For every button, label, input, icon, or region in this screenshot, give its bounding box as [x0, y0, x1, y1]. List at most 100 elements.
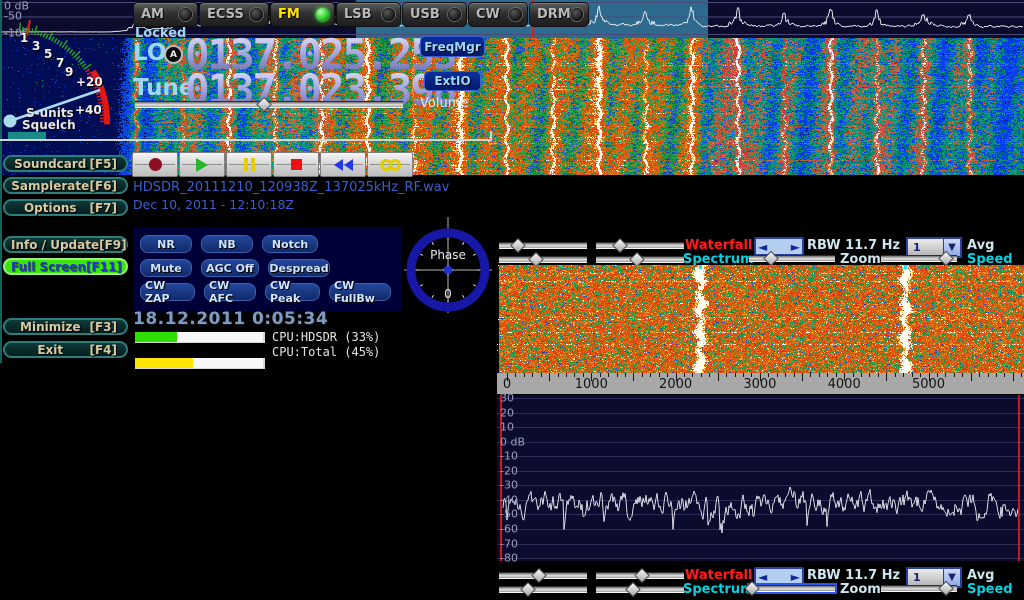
mode-button-ecss[interactable]: ECSS [199, 2, 269, 27]
speed-slider[interactable] [881, 581, 957, 594]
mode-button-drm[interactable]: DRM [529, 2, 589, 27]
slider-thumb[interactable] [531, 568, 547, 584]
mute-button[interactable]: Mute [140, 259, 192, 277]
db-tick-label: -30 [500, 479, 518, 492]
cpu-hdsdr-bar [135, 332, 265, 343]
nav-key: [F9] [99, 238, 127, 252]
db-tick-label: -80 [500, 552, 518, 565]
nav-button-samplerate[interactable]: Samplerate[F6] [3, 177, 128, 194]
mode-label-lsb: LSB [344, 7, 372, 22]
scroll-right-icon[interactable]: ► [791, 242, 800, 252]
extio-button[interactable]: ExtIO [424, 71, 481, 91]
slider-thumb[interactable] [520, 582, 536, 598]
volume-slider[interactable] [135, 97, 403, 110]
waterfall-brightness-slider[interactable] [499, 568, 587, 581]
spectrum-gain-slider[interactable] [499, 582, 587, 595]
lsb-led-icon [382, 8, 395, 21]
loop-icon [380, 159, 401, 171]
slider-thumb[interactable] [612, 238, 628, 254]
zoom-slider[interactable] [749, 581, 835, 594]
af-scale-labels: 010002000300040005000 [497, 373, 1024, 394]
agc-off-button[interactable]: AGC Off [201, 259, 259, 277]
recording-timestamp: Dec 10, 2011 - 12:10:18Z [133, 197, 294, 212]
despread-button[interactable]: Despread [268, 259, 330, 277]
scroll-left-icon[interactable]: ◄ [758, 572, 767, 582]
mode-button-usb[interactable]: USB [402, 2, 467, 27]
phase-dial: Phase 0 [402, 215, 494, 315]
zoom-slider[interactable] [749, 251, 835, 264]
mode-label-ecss: ECSS [207, 7, 244, 22]
slider-thumb[interactable] [625, 582, 641, 598]
slider-thumb[interactable] [764, 251, 780, 267]
avg-label: Avg [967, 568, 994, 583]
speed-slider[interactable] [881, 251, 957, 264]
mode-button-lsb[interactable]: LSB [336, 2, 401, 27]
nav-button-full-screen[interactable]: Full Screen[F11] [3, 258, 128, 275]
slider-thumb[interactable] [511, 238, 527, 254]
rf-display-controls-bottom: Waterfall ◄► RBW 11.7 Hz 1▼ Avg Spectrum… [497, 567, 1024, 595]
rewind-button[interactable] [320, 152, 366, 177]
nav-button-options[interactable]: Options[F7] [3, 199, 128, 216]
mode-button-am[interactable]: AM [133, 2, 198, 27]
slider-thumb[interactable] [634, 568, 650, 584]
db-tick-label: -60 [500, 522, 518, 535]
cw-peak-button[interactable]: CW Peak [265, 283, 320, 301]
slider-thumb[interactable] [938, 251, 954, 267]
mode-button-fm[interactable]: FM [270, 2, 335, 27]
recording-filename[interactable]: HDSDR_20111210_120938Z_137025kHz_RF.wav [133, 180, 449, 195]
frequency-tick-label: 3000 [743, 377, 776, 392]
spectrum-gain-slider[interactable] [499, 252, 587, 265]
nr-button[interactable]: NR [140, 235, 192, 253]
nb-button[interactable]: NB [201, 235, 253, 253]
phase-label: Phase [402, 248, 494, 262]
volume-slider-thumb[interactable] [256, 97, 272, 113]
ecss-led-icon [250, 8, 263, 21]
s-meter-caption-2: Squelch [22, 118, 76, 132]
cpu-total-bar [135, 358, 265, 369]
af-frequency-scale[interactable]: 010002000300040005000 [497, 373, 1024, 394]
cw-zap-button[interactable]: CW ZAP [140, 283, 195, 301]
stop-button[interactable] [273, 152, 319, 177]
s-meter: 13579+20+40 S-units Squelch [0, 15, 130, 140]
nav-key: [F4] [89, 343, 117, 357]
local-datetime: 18.12.2011 0:05:34 [133, 309, 328, 329]
play-button[interactable] [179, 152, 225, 177]
af-waterfall[interactable] [497, 265, 1024, 373]
waterfall-contrast-slider[interactable] [596, 568, 684, 581]
waterfall-label: Waterfall [685, 568, 751, 583]
notch-button[interactable]: Notch [262, 235, 318, 253]
nav-button-info-update[interactable]: Info / Update[F9] [3, 236, 128, 253]
cw-afc-button[interactable]: CW AFC [204, 283, 256, 301]
pause-button[interactable] [226, 152, 272, 177]
slider-thumb[interactable] [938, 581, 954, 597]
mode-label-am: AM [141, 7, 164, 22]
nav-key: [F5] [89, 157, 117, 171]
db-tick-label: -20 [500, 464, 518, 477]
s-meter-tick-label: 3 [32, 39, 40, 53]
drm-led-icon [571, 8, 583, 21]
record-button[interactable] [132, 152, 178, 177]
frequency-tick-label: 5000 [912, 377, 945, 392]
cw-led-icon [509, 8, 522, 21]
cw-fullbw-button[interactable]: CW FullBw [329, 283, 391, 301]
mode-button-cw[interactable]: CW [468, 2, 528, 27]
dsp-panel: NR NB Notch Mute AGC Off Despread CW ZAP… [133, 227, 401, 311]
nav-button-minimize[interactable]: Minimize[F3] [3, 318, 128, 335]
cpu-total-fill [135, 358, 193, 368]
af-spectrum-plot[interactable] [497, 395, 1024, 561]
freqmgr-button[interactable]: FreqMgr [420, 36, 485, 57]
spectrum-range-slider[interactable] [596, 582, 684, 595]
waterfall-brightness-slider[interactable] [499, 238, 587, 251]
scroll-right-icon[interactable]: ► [791, 572, 800, 582]
nav-button-exit[interactable]: Exit[F4] [3, 341, 128, 358]
lo-auto-badge[interactable]: A [164, 45, 183, 64]
waterfall-contrast-slider[interactable] [596, 238, 684, 251]
af-spectrum[interactable]: 3020100 dB-10-20-30-40-50-60-70-80 [497, 395, 1024, 561]
nav-button-soundcard[interactable]: Soundcard[F5] [3, 155, 128, 172]
scroll-left-icon[interactable]: ◄ [758, 242, 767, 252]
loop-button[interactable] [367, 152, 413, 177]
s-meter-tick-label: 9 [65, 65, 73, 79]
spectrum-range-slider[interactable] [596, 252, 684, 265]
db-tick-label: 20 [500, 406, 514, 419]
db-tick-label: -70 [500, 537, 518, 550]
